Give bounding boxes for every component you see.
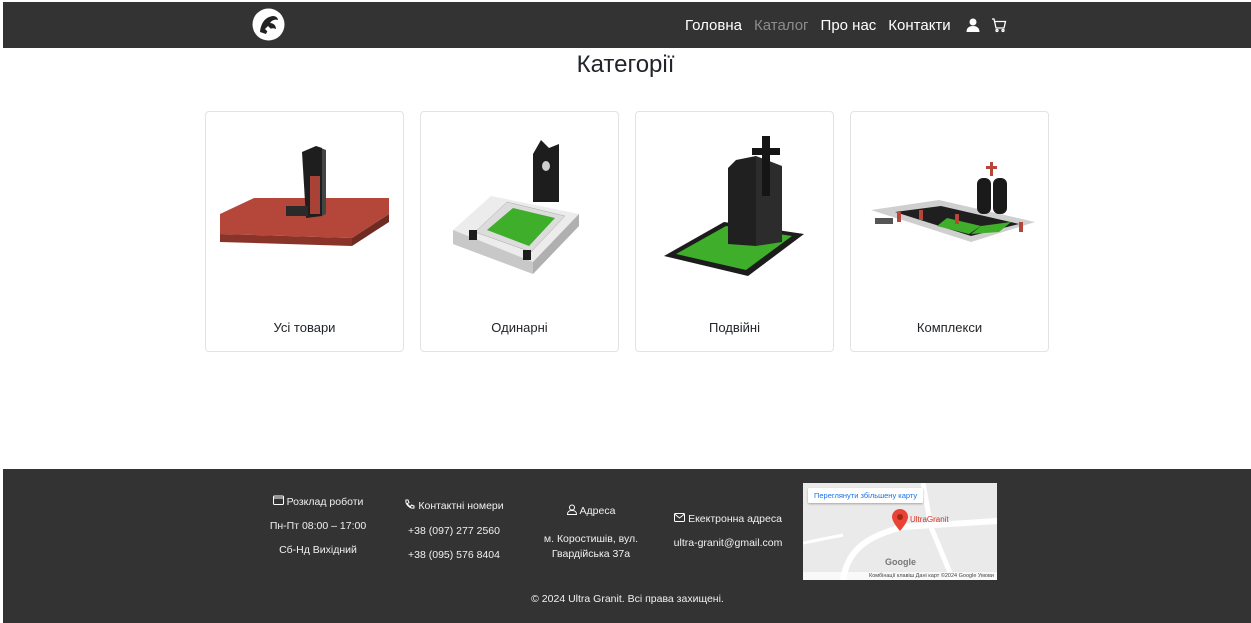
address-line: Гвардійська 37а: [551, 548, 631, 560]
calendar-icon: [272, 495, 284, 508]
user-icon[interactable]: [963, 15, 983, 35]
google-logo: Google: [885, 557, 916, 567]
nav-link-about[interactable]: Про нас: [821, 17, 877, 34]
category-card-double[interactable]: Подвійні: [635, 111, 834, 352]
footer-schedule: Розклад роботи Пн-Пт 08:00 – 17:00 Сб-Нд…: [258, 495, 378, 556]
phones-title: Контактні номери: [418, 500, 504, 512]
category-image-all: [214, 126, 395, 296]
user-outline-icon: [566, 504, 577, 518]
nav-links: Головна Каталог Про нас Контакти: [685, 2, 1015, 48]
footer-phones: Контактні номери +38 (097) 277 2560 +38 …: [398, 499, 510, 561]
mail-icon: [674, 513, 686, 525]
schedule-line: Пн-Пт 08:00 – 17:00: [269, 520, 367, 532]
category-label: Комплекси: [916, 320, 983, 335]
page-title: Категорії: [576, 51, 675, 78]
category-card-all[interactable]: Усі товари: [205, 111, 404, 352]
cart-icon[interactable]: [989, 15, 1009, 35]
category-image-single: [429, 126, 610, 296]
nav-link-contacts[interactable]: Контакти: [888, 17, 950, 34]
phone-icon: [404, 499, 415, 513]
nav-link-catalog[interactable]: Каталог: [754, 17, 809, 34]
phone-number[interactable]: +38 (095) 576 8404: [398, 549, 510, 561]
category-card-complex[interactable]: Комплекси: [850, 111, 1049, 352]
footer-email: Екектронна адреса ultra-granit@gmail.com: [668, 513, 788, 549]
schedule-line: Сб-Нд Вихідний: [279, 544, 357, 556]
email-address[interactable]: ultra-granit@gmail.com: [668, 537, 788, 549]
map-attribution[interactable]: Комбінації клавіш Дані карт ©2024 Google…: [803, 572, 997, 580]
map-pin-label: UltraGranit: [910, 515, 949, 524]
map-enlarge-button[interactable]: Переглянути збільшену карту: [808, 488, 924, 503]
nav-link-home[interactable]: Головна: [685, 17, 742, 34]
category-image-double: [644, 126, 825, 296]
email-title: Екектронна адреса: [688, 513, 782, 525]
footer-address: Адреса м. Коростишів, вул. Гвардійська 3…: [533, 504, 649, 560]
phone-number[interactable]: +38 (097) 277 2560: [398, 525, 510, 537]
category-label: Усі товари: [273, 320, 336, 335]
footer: Розклад роботи Пн-Пт 08:00 – 17:00 Сб-Нд…: [3, 469, 1251, 623]
logo-icon[interactable]: [251, 7, 286, 42]
schedule-title: Розклад роботи: [286, 495, 364, 508]
category-image-complex: [859, 126, 1040, 296]
category-card-single[interactable]: Одинарні: [420, 111, 619, 352]
address-title: Адреса: [579, 505, 616, 517]
location-map[interactable]: Переглянути збільшену карту UltraGranit …: [803, 483, 997, 580]
copyright: © 2024 Ultra Granit. Всі права захищені.: [531, 593, 724, 605]
top-navbar: Головна Каталог Про нас Контакти: [3, 2, 1251, 48]
map-pin-icon: [892, 509, 908, 534]
category-label: Одинарні: [491, 320, 548, 335]
address-line: м. Коростишів, вул.: [543, 533, 639, 545]
category-label: Подвійні: [709, 320, 760, 335]
